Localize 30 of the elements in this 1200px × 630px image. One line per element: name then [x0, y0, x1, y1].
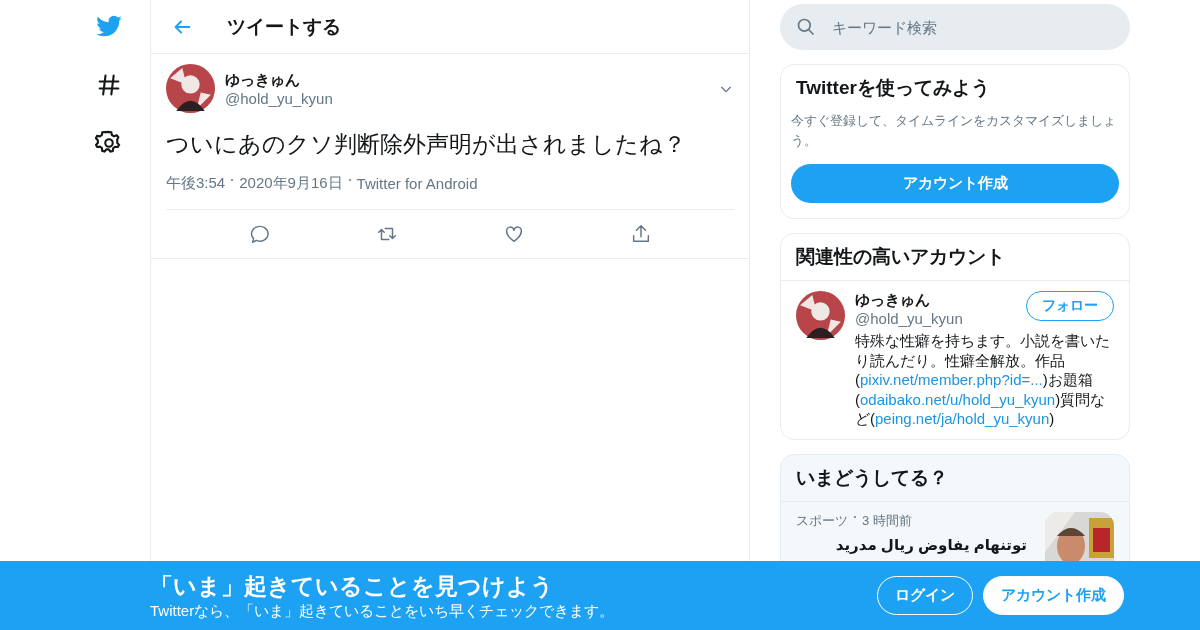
bio-link[interactable]: peing.net/ja/hold_yu_kyun — [875, 410, 1050, 427]
tweet-meta[interactable]: 2020年9月16日 — [239, 174, 343, 193]
search-icon — [796, 17, 816, 37]
signup-button[interactable]: アカウント作成 — [791, 164, 1119, 203]
trend-time: 3 時間前 — [862, 511, 912, 530]
user-name[interactable]: ゆっきゅん — [225, 70, 708, 90]
user-name[interactable]: ゆっきゅん — [855, 291, 1016, 310]
search-field[interactable]: キーワード検索 — [780, 4, 1130, 50]
avatar — [166, 64, 215, 113]
avatar — [796, 291, 845, 340]
follow-button[interactable]: フォロー — [1026, 291, 1114, 321]
reply-icon[interactable] — [248, 223, 271, 245]
bio-link[interactable]: pixiv.net/member.php?id=... — [860, 371, 1043, 388]
bio-link[interactable]: odaibako.net/u/hold_yu_kyun — [860, 390, 1056, 408]
user-handle[interactable]: @hold_yu_kyun — [225, 89, 708, 107]
card-description: 今すぐ登録して、タイムラインをカスタマイズしましょう。 — [791, 112, 1117, 150]
card-title: 関連性の高いアカウント — [781, 234, 1129, 281]
banner-title: 「いま」起きていることを見つけよう — [150, 571, 555, 601]
signup-button[interactable]: アカウント作成 — [983, 576, 1124, 615]
tweet-meta: Twitter for Android — [356, 175, 478, 192]
trend-category: スポーツ — [796, 511, 848, 530]
page-title: ツイートする — [227, 14, 341, 39]
user-handle[interactable]: @hold_yu_kyun — [855, 310, 1016, 327]
trend-headline[interactable]: توتنهام يفاوض ريال مدريد — [796, 535, 1035, 554]
banner-subtitle: Twitterなら、「いま」起きていることをいち早くチェックできます。 — [150, 601, 616, 621]
card-title: Twitterを使ってみよう — [795, 76, 991, 100]
tweet-meta: 午後3:54 — [166, 174, 226, 193]
tweet-text: ついにあのクソ判断除外声明が出されましたね？ — [166, 130, 687, 159]
card-title: いまどうしてる？ — [795, 465, 949, 490]
bio-text: 特殊な性癖を持ちます。小説を書いたり読んだり。性癖全解放。作品(pixiv.net/member.php?id=...)お題箱(odaibako.net/u/hold_yu_kyun)質問など(peing.net/ja/hold_yu_kyun) — [855, 331, 1111, 429]
